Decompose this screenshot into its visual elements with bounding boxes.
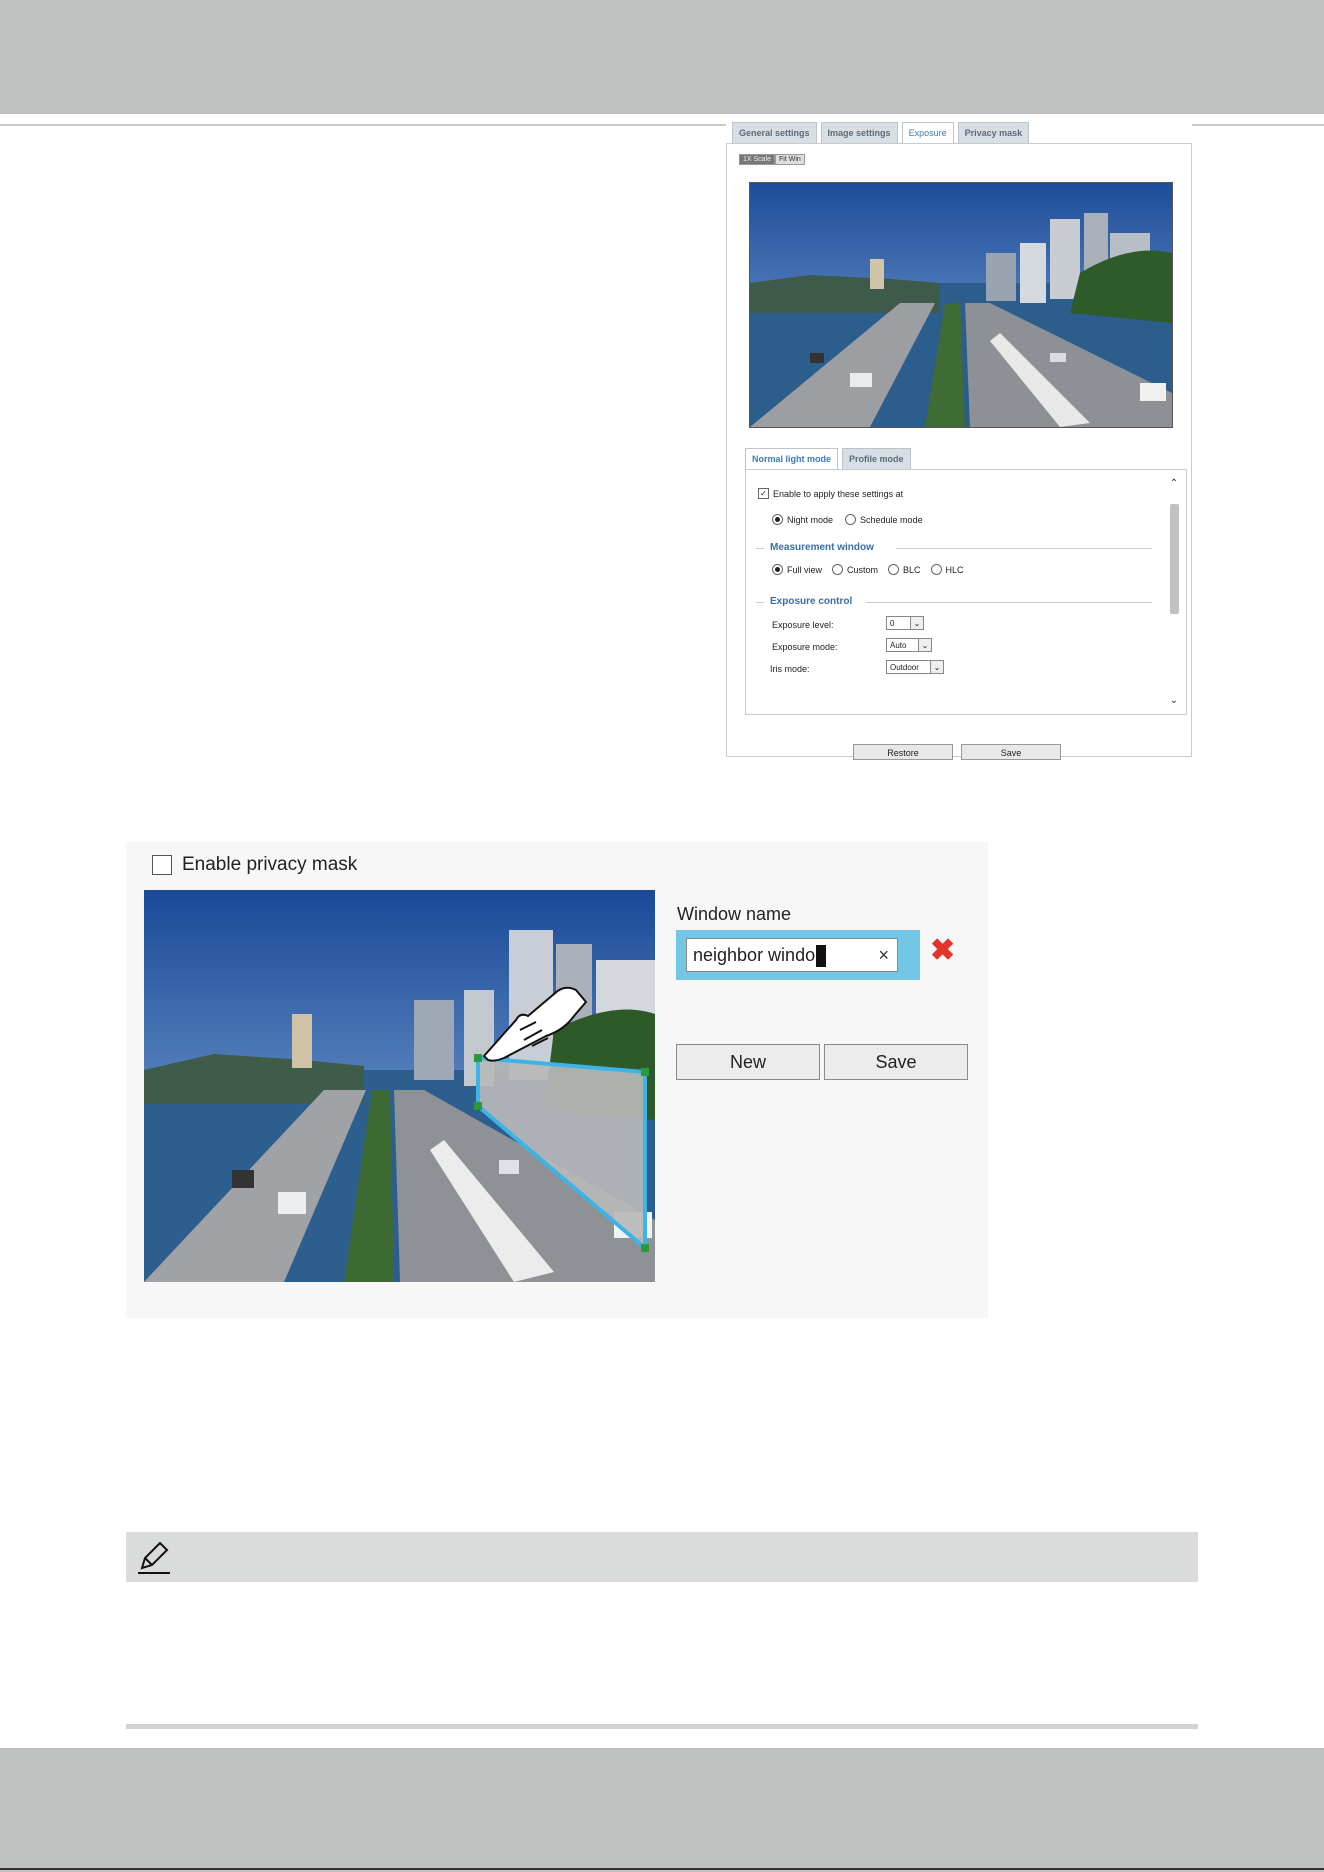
exposure-mode-label: Exposure mode: <box>772 642 838 652</box>
schedule-mode-label: Schedule mode <box>860 514 923 525</box>
iris-mode-value: Outdoor <box>890 663 919 672</box>
schedule-mode-radio[interactable] <box>845 514 857 525</box>
enable-privacy-mask-label: Enable privacy mask <box>182 854 358 875</box>
mask-handle[interactable] <box>474 1102 482 1110</box>
window-name-highlight: neighbor windo × <box>676 930 920 980</box>
mask-handle[interactable] <box>641 1068 649 1076</box>
new-button[interactable]: New <box>676 1044 820 1080</box>
footer-rule <box>126 1724 1198 1729</box>
delete-window-icon[interactable]: ✖ <box>930 936 955 966</box>
zoom-buttons: 1X Scale Fit Win <box>739 154 805 165</box>
privacy-mask-preview[interactable] <box>144 890 655 1282</box>
enable-profile-label: Enable to apply these settings at <box>773 488 904 499</box>
scroll-up-icon[interactable]: ⌃ <box>1168 478 1180 489</box>
custom-label: Custom <box>847 564 879 575</box>
page-header-band <box>0 0 1324 114</box>
chevron-down-icon: ⌄ <box>918 639 931 651</box>
blc-radio[interactable] <box>888 564 900 575</box>
scale-button[interactable]: 1X Scale <box>739 154 776 165</box>
full-view-radio[interactable] <box>772 564 783 575</box>
hlc-label: HLC <box>945 564 964 575</box>
settings-panel: 1X Scale Fit Win Normal light mode Profi… <box>726 143 1192 760</box>
exposure-control-section: Exposure control <box>756 596 1152 608</box>
window-name-input[interactable]: neighbor windo × <box>686 938 898 972</box>
exposure-level-value: 0 <box>890 619 895 628</box>
hlc-radio[interactable] <box>930 564 942 575</box>
chevron-down-icon: ⌄ <box>930 661 943 673</box>
settings-scrollbar[interactable]: ⌃ ⌄ <box>1168 478 1180 706</box>
tab-profile-mode[interactable]: Profile mode <box>842 448 911 469</box>
exposure-mode-value: Auto <box>890 641 907 650</box>
pencil-note-icon <box>138 1541 170 1574</box>
save-button[interactable]: Save <box>961 744 1061 760</box>
iris-mode-select[interactable]: Outdoor ⌄ <box>886 660 944 674</box>
custom-radio[interactable] <box>832 564 844 575</box>
iris-mode-label: Iris mode: <box>770 664 810 674</box>
tab-general-settings[interactable]: General settings <box>732 122 817 143</box>
enable-profile-checkbox[interactable]: ✓ <box>758 488 769 499</box>
mask-handle[interactable] <box>641 1244 649 1252</box>
restore-button[interactable]: Restore <box>853 744 953 760</box>
exposure-mode-select[interactable]: Auto ⌄ <box>886 638 932 652</box>
enable-privacy-mask-row: Enable privacy mask <box>152 854 357 876</box>
iris-mode-row: Iris mode: <box>770 664 810 674</box>
night-mode-label: Night mode <box>787 514 834 525</box>
save-mask-button[interactable]: Save <box>824 1044 968 1080</box>
clear-icon[interactable]: × <box>878 939 889 971</box>
exposure-level-select[interactable]: 0 ⌄ <box>886 616 924 630</box>
exposure-level-row: Exposure level: <box>772 620 834 630</box>
scroll-thumb[interactable] <box>1170 504 1179 614</box>
exposure-settings-screenshot: General settings Image settings Exposure… <box>726 122 1192 760</box>
exposure-control-title: Exposure control <box>770 596 853 607</box>
tab-image-settings[interactable]: Image settings <box>820 122 898 143</box>
blc-label: BLC <box>903 564 921 575</box>
exposure-level-label: Exposure level: <box>772 620 834 630</box>
mode-tabs: Normal light mode Profile mode <box>745 448 911 469</box>
measurement-window-section: Measurement window <box>756 542 1152 554</box>
schedule-options-row: Night mode Schedule mode <box>772 514 923 525</box>
highway-scene-image <box>750 183 1172 427</box>
fit-window-button[interactable]: Fit Win <box>775 154 805 165</box>
window-name-label: Window name <box>677 904 792 924</box>
measurement-window-title: Measurement window <box>770 542 874 553</box>
profile-settings-box: ✓ Enable to apply these settings at Nigh… <box>745 469 1187 715</box>
tab-privacy-mask[interactable]: Privacy mask <box>957 122 1030 143</box>
full-view-label: Full view <box>787 564 823 575</box>
footer-base-line <box>0 1868 1324 1870</box>
chevron-down-icon: ⌄ <box>910 617 923 629</box>
tab-exposure[interactable]: Exposure <box>901 122 954 143</box>
note-bar <box>126 1532 1198 1582</box>
mask-handle[interactable] <box>474 1054 482 1062</box>
enable-profile-row: ✓ Enable to apply these settings at <box>758 488 903 499</box>
window-name-value: neighbor windo <box>693 945 816 965</box>
exposure-mode-row: Exposure mode: <box>772 642 838 652</box>
measurement-options-row: Full view Custom BLC HLC <box>772 564 964 575</box>
tab-normal-light-mode[interactable]: Normal light mode <box>745 448 839 469</box>
scroll-down-icon[interactable]: ⌄ <box>1168 695 1180 706</box>
settings-tabs: General settings Image settings Exposure… <box>732 122 1030 143</box>
highway-scene-mask-image <box>144 890 655 1282</box>
camera-preview <box>749 182 1173 428</box>
page-footer-band <box>0 1748 1324 1872</box>
night-mode-radio[interactable] <box>772 514 783 525</box>
text-cursor <box>816 945 827 968</box>
enable-privacy-mask-checkbox[interactable] <box>152 855 172 875</box>
